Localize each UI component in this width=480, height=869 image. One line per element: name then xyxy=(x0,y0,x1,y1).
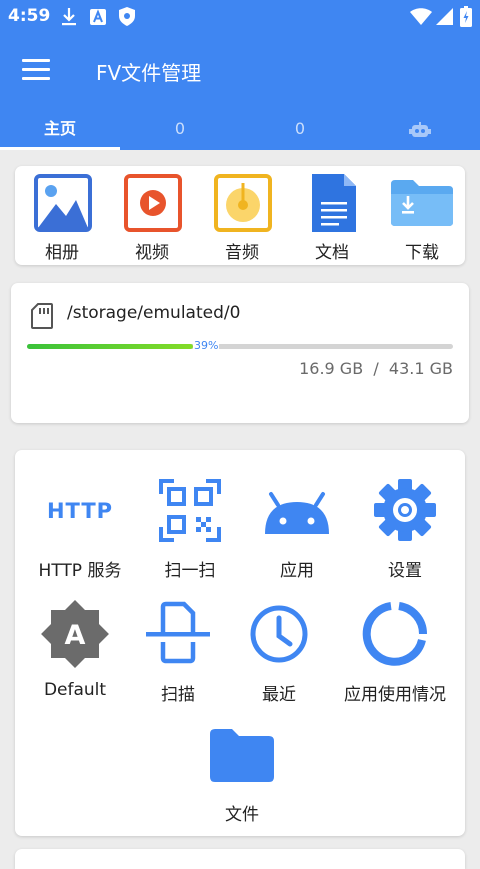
tab-path-2-label: 0 xyxy=(294,119,306,138)
tab-path-2[interactable]: 0 xyxy=(240,110,360,150)
battery-icon xyxy=(460,6,472,27)
tool-app-usage-label: 应用使用情况 xyxy=(344,685,446,705)
tool-files[interactable]: 文件 xyxy=(182,722,302,832)
tools-card: HTTP HTTP 服务 扫一扫 应用 设置 A Default 扫描 最近 应… xyxy=(15,450,465,836)
tool-qr-scan[interactable]: 扫一扫 xyxy=(130,478,250,588)
robot-icon xyxy=(409,122,431,137)
tab-robot[interactable] xyxy=(360,110,480,150)
http-icon: HTTP xyxy=(47,499,113,523)
storage-path: /storage/emulated/0 xyxy=(67,303,241,323)
storage-percent: 39% xyxy=(193,339,220,352)
tool-apps[interactable]: 应用 xyxy=(237,478,357,588)
hamburger-menu-icon[interactable] xyxy=(22,59,50,85)
tool-recent[interactable]: 最近 xyxy=(219,600,339,710)
app-bar: FV文件管理 xyxy=(0,34,480,110)
tool-app-usage[interactable]: 应用使用情况 xyxy=(335,600,455,710)
category-card: 相册 视频 音频 文档 下载 xyxy=(15,166,465,265)
folder-icon xyxy=(210,729,274,782)
category-documents[interactable]: 文档 xyxy=(287,166,377,266)
tool-http-server[interactable]: HTTP HTTP 服务 xyxy=(20,478,140,588)
storage-progress-bar xyxy=(27,344,453,349)
tool-files-label: 文件 xyxy=(225,805,259,825)
tool-settings[interactable]: 设置 xyxy=(345,478,465,588)
status-bar: 4:59 xyxy=(0,0,480,34)
download-icon xyxy=(62,8,76,26)
svg-text:A: A xyxy=(65,620,86,651)
signal-icon xyxy=(436,8,453,25)
status-time: 4:59 xyxy=(8,6,51,26)
android-icon xyxy=(265,492,329,534)
gear-icon xyxy=(374,479,436,541)
clock-icon xyxy=(250,605,308,663)
video-icon xyxy=(124,174,182,232)
category-downloads[interactable]: 下载 xyxy=(377,166,467,266)
usage-ring-icon xyxy=(362,602,428,666)
theme-icon: A xyxy=(41,600,109,668)
app-title: FV文件管理 xyxy=(96,61,202,85)
tool-apps-label: 应用 xyxy=(280,561,314,581)
storage-separator: / xyxy=(373,359,379,378)
category-audio-label: 音频 xyxy=(225,243,259,263)
tab-path-1[interactable]: 0 xyxy=(120,110,240,150)
tab-home[interactable]: 主页 xyxy=(0,110,120,150)
photo-icon xyxy=(34,174,92,232)
storage-card[interactable]: /storage/emulated/0 39% 16.9 GB / 43.1 G… xyxy=(11,283,469,423)
app-notification-icon xyxy=(90,9,106,25)
sd-card-icon xyxy=(31,303,53,329)
tool-http-server-label: HTTP 服务 xyxy=(38,561,122,581)
shield-icon xyxy=(119,7,135,26)
tab-bar: 主页 0 0 xyxy=(0,110,480,150)
category-downloads-label: 下载 xyxy=(405,243,439,263)
storage-progress-fill xyxy=(27,344,194,349)
tool-settings-label: 设置 xyxy=(388,561,422,581)
download-folder-icon xyxy=(391,180,453,226)
category-audio[interactable]: 音频 xyxy=(197,166,287,266)
category-videos[interactable]: 视频 xyxy=(107,166,197,266)
tool-recent-label: 最近 xyxy=(262,685,296,705)
storage-total: 43.1 GB xyxy=(388,359,453,378)
category-documents-label: 文档 xyxy=(315,243,349,263)
storage-used: 16.9 GB xyxy=(299,359,364,378)
qr-scan-icon xyxy=(159,479,221,542)
tool-theme-default[interactable]: A Default xyxy=(15,600,135,710)
category-videos-label: 视频 xyxy=(135,243,169,263)
tab-path-1-label: 0 xyxy=(174,119,186,138)
wifi-icon xyxy=(410,8,432,25)
category-photos-label: 相册 xyxy=(45,243,79,263)
tool-theme-default-label: Default xyxy=(43,680,107,700)
tab-indicator xyxy=(0,147,120,150)
audio-icon xyxy=(214,174,272,232)
next-card-edge xyxy=(15,849,465,869)
tab-home-label: 主页 xyxy=(43,119,76,138)
category-photos[interactable]: 相册 xyxy=(17,166,107,266)
storage-size: 16.9 GB / 43.1 GB xyxy=(299,359,453,378)
document-icon xyxy=(312,174,356,232)
tool-qr-scan-label: 扫一扫 xyxy=(164,561,216,581)
svg-text:HTTP: HTTP xyxy=(47,499,113,523)
